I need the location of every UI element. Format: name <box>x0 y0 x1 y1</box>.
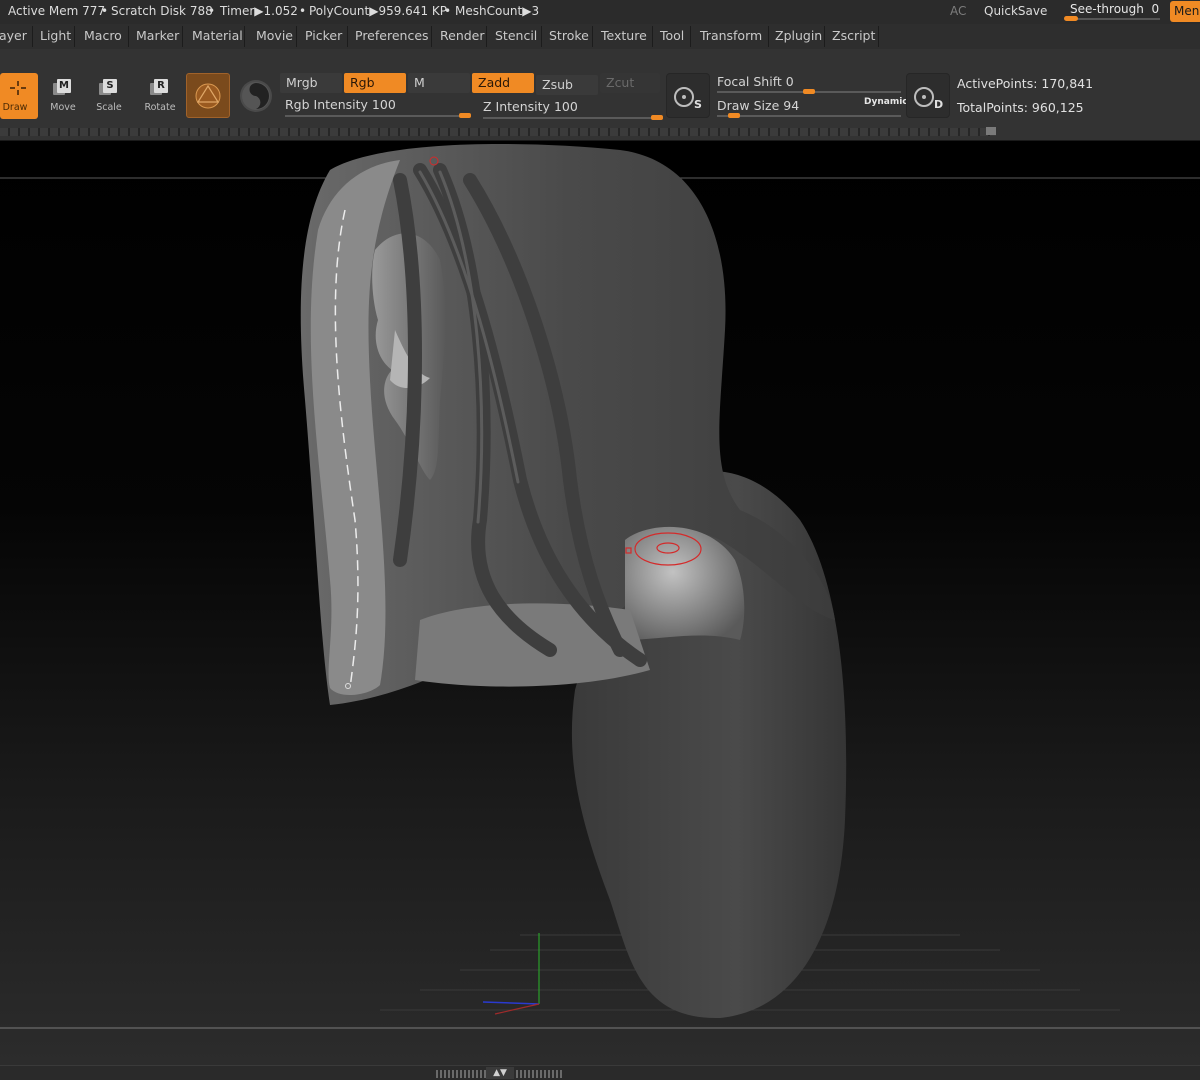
scratch-disk-stat: Scratch Disk 788 <box>111 4 213 18</box>
stroke-s-label: S <box>694 98 702 111</box>
dynamic-toggle[interactable]: Dynamic <box>864 97 908 107</box>
z-intensity-label: Z Intensity <box>483 99 550 114</box>
menu-texture[interactable]: Texture <box>596 26 653 47</box>
quicksave-button[interactable]: QuickSave <box>984 4 1047 18</box>
menu-stencil[interactable]: Stencil <box>490 26 542 47</box>
shelf-ruler <box>0 128 996 136</box>
z-intensity-slider[interactable]: Z Intensity 100 <box>483 99 663 120</box>
zsub-toggle[interactable]: Zsub <box>536 75 598 95</box>
material-swatch-button[interactable] <box>186 73 230 118</box>
meshcount-stat: MeshCount▶3 <box>455 4 540 18</box>
move-icon: M <box>53 79 73 97</box>
menu-material[interactable]: Material <box>187 26 245 47</box>
scale-icon: S <box>99 79 119 97</box>
menu-layer[interactable]: Layer <box>0 26 33 47</box>
see-through-label: See-through 0 <box>1070 2 1160 16</box>
bullet-sep: • <box>444 4 452 18</box>
scale-tool-button[interactable]: S Scale <box>87 73 131 119</box>
focal-shift-value: 0 <box>785 74 794 89</box>
rgb-intensity-slider[interactable]: Rgb Intensity 100 <box>285 97 471 118</box>
bullet-sep: • <box>208 4 216 18</box>
see-through-track <box>1068 18 1160 20</box>
menu-stroke[interactable]: Stroke <box>544 26 593 47</box>
menu-bar: Layer Light Macro Marker Material Movie … <box>0 24 1200 49</box>
menu-transform[interactable]: Transform <box>695 26 769 47</box>
menu-movie[interactable]: Movie <box>251 26 297 47</box>
see-through-slider[interactable]: See-through 0 <box>1062 0 1162 21</box>
focal-shift-slider[interactable]: Focal Shift 0 <box>717 74 901 94</box>
ac-button[interactable]: AC <box>950 4 966 18</box>
rotate-tool-button[interactable]: R Rotate <box>138 73 182 119</box>
focal-shift-label: Focal Shift <box>717 74 782 89</box>
bottom-tray: ▲▼ <box>0 1065 1200 1080</box>
see-through-knob[interactable] <box>1064 16 1078 21</box>
menu-light[interactable]: Light <box>35 26 75 47</box>
rotate-tool-label: Rotate <box>144 102 176 113</box>
menu-marker[interactable]: Marker <box>131 26 183 47</box>
rotate-icon: R <box>150 79 170 97</box>
timer-stat: Timer▶1.052 <box>220 4 298 18</box>
menu-toggle-button[interactable]: Menu <box>1170 1 1200 22</box>
move-tool-button[interactable]: M Move <box>41 73 85 119</box>
scale-tool-label: Scale <box>96 102 122 113</box>
draw-size-label: Draw Size <box>717 98 780 113</box>
stroke-d-button[interactable]: D <box>906 73 950 118</box>
stroke-d-label: D <box>934 98 944 111</box>
sculpt-model <box>0 144 1200 1029</box>
draw-tool-label: Draw <box>2 102 28 113</box>
draw-size-value: 94 <box>783 98 800 113</box>
polycount-stat: PolyCount▶959.641 KP <box>309 4 447 18</box>
total-points-readout: TotalPoints: 960,125 <box>957 100 1084 115</box>
move-tool-label: Move <box>50 102 76 113</box>
z-intensity-value: 100 <box>553 99 578 114</box>
focal-shift-knob[interactable] <box>803 89 815 94</box>
color-sphere-icon[interactable] <box>240 80 272 112</box>
z-intensity-knob[interactable] <box>651 115 663 120</box>
rgb-intensity-value: 100 <box>371 97 396 112</box>
mrgb-toggle[interactable]: Mrgb <box>280 73 342 93</box>
bullet-sep: • <box>101 4 109 18</box>
bullet-sep: • <box>299 4 307 18</box>
menu-picker[interactable]: Picker <box>300 26 348 47</box>
menu-preferences[interactable]: Preferences <box>350 26 432 47</box>
menu-zplugin[interactable]: Zplugin <box>770 26 825 47</box>
top-shelf: Draw M Move S Scale R Rotate Mrgb Rgb M … <box>0 49 1200 141</box>
crosshair-icon <box>8 79 28 97</box>
draw-tool-button[interactable]: Draw <box>0 73 38 119</box>
status-bar: • Active Mem 777 • Scratch Disk 788 • Ti… <box>0 0 1200 24</box>
menu-render[interactable]: Render <box>435 26 487 47</box>
shelf-ruler-handle[interactable] <box>986 127 996 135</box>
axis-gizmo-icon <box>482 933 540 1015</box>
active-mem-stat: Active Mem 777 <box>8 4 106 18</box>
rgb-toggle[interactable]: Rgb <box>344 73 406 93</box>
material-sphere-icon <box>195 83 221 109</box>
zadd-toggle[interactable]: Zadd <box>472 73 534 93</box>
zcut-toggle[interactable]: Zcut <box>600 73 660 93</box>
menu-macro[interactable]: Macro <box>79 26 129 47</box>
active-points-readout: ActivePoints: 170,841 <box>957 76 1094 91</box>
menu-zscript[interactable]: Zscript <box>827 26 879 47</box>
menu-tool[interactable]: Tool <box>655 26 691 47</box>
rgb-intensity-label: Rgb Intensity <box>285 97 368 112</box>
draw-size-knob[interactable] <box>728 113 741 118</box>
stroke-s-button[interactable]: S <box>666 73 710 118</box>
viewport-canvas[interactable] <box>0 141 1200 1065</box>
rgb-intensity-knob[interactable] <box>459 113 471 118</box>
m-toggle[interactable]: M <box>408 73 470 93</box>
expand-arrows-icon[interactable]: ▲▼ <box>486 1067 514 1079</box>
